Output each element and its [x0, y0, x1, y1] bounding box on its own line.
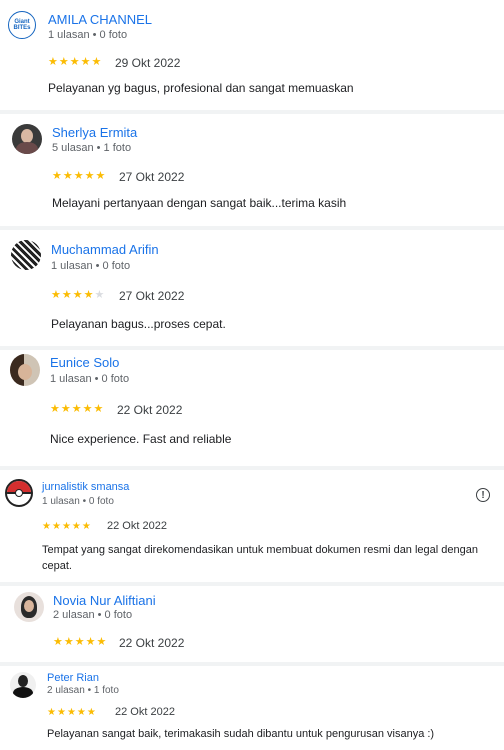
star-rating: ★ ★ ★ ★ ★	[51, 290, 104, 301]
review-date: 22 Okt 2022	[117, 403, 183, 417]
avatar[interactable]: Giant BITEs	[8, 11, 36, 39]
star-icon: ★	[73, 170, 84, 182]
review-card: jurnalistik smansa 1 ulasan • 0 foto ! ★…	[0, 470, 504, 582]
star-icon: ★	[48, 56, 58, 68]
star-icon: ★	[58, 56, 69, 68]
review-date: 27 Okt 2022	[119, 170, 185, 184]
star-icon: ★	[86, 707, 96, 718]
review-date: 29 Okt 2022	[115, 56, 181, 70]
star-icon: ★	[82, 403, 93, 415]
star-icon: ★	[93, 403, 104, 415]
review-date: 22 Okt 2022	[119, 636, 185, 650]
review-text: Tempat yang sangat direkomendasikan untu…	[42, 544, 478, 572]
reviewer-name[interactable]: Muchammad Arifin	[51, 242, 159, 257]
star-icon: ★	[80, 56, 91, 68]
reviewer-name[interactable]: AMILA CHANNEL	[48, 12, 152, 27]
star-icon: ★	[51, 521, 61, 532]
star-icon: ★	[71, 403, 82, 415]
reviewer-meta: 1 ulasan • 0 foto	[50, 373, 130, 385]
star-icon: ★	[53, 636, 63, 648]
review-date: 22 Okt 2022	[107, 520, 167, 532]
star-icon: ★	[76, 707, 86, 718]
star-icon: ★	[96, 636, 107, 648]
star-icon: ★	[81, 521, 91, 532]
star-rating: ★ ★ ★ ★ ★	[53, 637, 106, 648]
review-card: Muchammad Arifin 1 ulasan • 0 foto ★ ★ ★…	[0, 230, 504, 346]
reviewer-meta: 5 ulasan • 1 foto	[52, 142, 132, 154]
review-card: Novia Nur Aliftiani 2 ulasan • 0 foto ★ …	[0, 586, 504, 662]
star-rating: ★ ★ ★ ★ ★	[50, 404, 103, 415]
star-rating: ★ ★ ★ ★ ★	[47, 707, 96, 718]
star-icon: ★	[60, 403, 71, 415]
star-rating: ★ ★ ★ ★ ★	[48, 57, 101, 68]
avatar-logo-text: Giant BITEs	[13, 19, 31, 31]
info-icon[interactable]: !	[476, 488, 490, 502]
star-icon: ★	[47, 707, 56, 718]
review-text: Pelayanan bagus...proses cepat.	[51, 317, 226, 331]
star-icon: ★	[42, 521, 51, 532]
reviewer-name[interactable]: Sherlya Ermita	[52, 125, 137, 140]
reviewer-meta: 2 ulasan • 0 foto	[53, 609, 133, 621]
star-empty-icon: ★	[94, 289, 105, 301]
review-card: Eunice Solo 1 ulasan • 0 foto ★ ★ ★ ★ ★ …	[0, 350, 504, 466]
star-icon: ★	[84, 170, 95, 182]
star-icon: ★	[51, 289, 61, 301]
reviewer-meta: 2 ulasan • 1 foto	[47, 685, 119, 696]
star-icon: ★	[71, 521, 81, 532]
star-icon: ★	[66, 707, 76, 718]
avatar[interactable]	[14, 592, 44, 622]
star-rating: ★ ★ ★ ★ ★	[42, 521, 91, 532]
avatar[interactable]	[11, 240, 41, 270]
star-icon: ★	[61, 521, 71, 532]
review-text: Nice experience. Fast and reliable	[50, 432, 232, 446]
reviewer-name[interactable]: jurnalistik smansa	[42, 481, 129, 493]
star-icon: ★	[72, 289, 83, 301]
review-date: 22 Okt 2022	[115, 706, 175, 718]
avatar[interactable]	[12, 124, 42, 154]
star-rating: ★ ★ ★ ★ ★	[52, 171, 105, 182]
star-icon: ★	[69, 56, 80, 68]
star-icon: ★	[91, 56, 102, 68]
review-card: Peter Rian 2 ulasan • 1 foto ★ ★ ★ ★ ★ 2…	[0, 666, 504, 750]
reviewer-meta: 1 ulasan • 0 foto	[48, 29, 128, 41]
reviewer-meta: 1 ulasan • 0 foto	[51, 260, 131, 272]
reviewer-name[interactable]: Novia Nur Aliftiani	[53, 593, 156, 608]
star-icon: ★	[52, 170, 62, 182]
review-text: Melayani pertanyaan dengan sangat baik..…	[52, 196, 347, 210]
review-date: 27 Okt 2022	[119, 289, 185, 303]
star-icon: ★	[83, 289, 94, 301]
review-card: Sherlya Ermita 5 ulasan • 1 foto ★ ★ ★ ★…	[0, 114, 504, 226]
star-icon: ★	[56, 707, 66, 718]
avatar[interactable]	[10, 672, 36, 698]
avatar[interactable]	[5, 479, 33, 507]
review-card: Giant BITEs AMILA CHANNEL 1 ulasan • 0 f…	[0, 0, 504, 112]
star-icon: ★	[85, 636, 96, 648]
avatar[interactable]	[10, 354, 40, 386]
review-text: Pelayanan yg bagus, profesional dan sang…	[48, 81, 354, 95]
review-text: Pelayanan sangat baik, terimakasih sudah…	[47, 728, 435, 740]
star-icon: ★	[63, 636, 74, 648]
star-icon: ★	[50, 403, 60, 415]
star-icon: ★	[74, 636, 85, 648]
star-icon: ★	[62, 170, 73, 182]
reviewer-meta: 1 ulasan • 0 foto	[42, 496, 114, 507]
reviewer-name[interactable]: Eunice Solo	[50, 355, 119, 370]
reviewer-name[interactable]: Peter Rian	[47, 672, 99, 684]
star-icon: ★	[61, 289, 72, 301]
star-icon: ★	[95, 170, 106, 182]
